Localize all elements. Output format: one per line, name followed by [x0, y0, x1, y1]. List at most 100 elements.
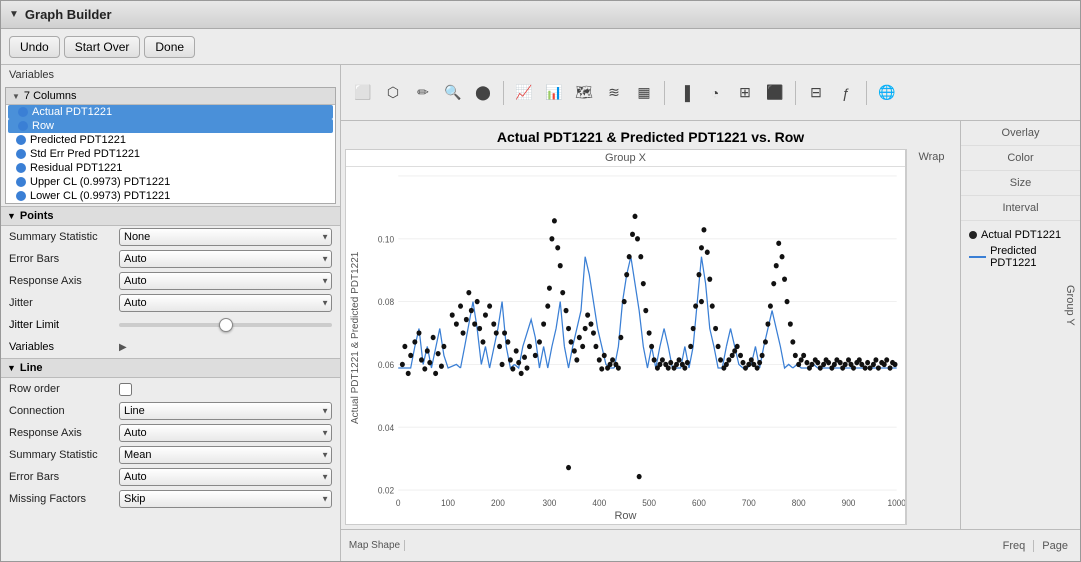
column-item[interactable]: Row: [8, 119, 333, 133]
left-panel-scroll[interactable]: ▼ Points Summary Statistic None Mean Med…: [1, 206, 340, 561]
points-response-axis-label: Response Axis: [9, 275, 119, 287]
svg-text:400: 400: [592, 498, 606, 508]
line-chart-icon[interactable]: 📈: [510, 79, 538, 107]
top-toolbar: Undo Start Over Done: [1, 29, 1080, 65]
jitter-limit-thumb[interactable]: [219, 318, 233, 332]
separator-1: [503, 81, 504, 105]
circle-icon[interactable]: ⬤: [469, 79, 497, 107]
points-response-axis-select-wrapper: Auto Left Right: [119, 272, 332, 290]
brush-tool-icon[interactable]: ✏: [409, 79, 437, 107]
right-panel: ⬜ ⬡ ✏ 🔍 ⬤ 📈 📊 🗺 ≋ ▦ ▐ ◔ ⊞ ⬛ ⊟ ƒ: [341, 65, 1080, 561]
columns-section: ▼ 7 Columns Actual PDT1221RowPredicted P…: [5, 87, 336, 204]
line-label: Line: [20, 362, 43, 374]
line-response-axis-select-wrapper: Auto Left Right: [119, 424, 332, 442]
lasso-tool-icon[interactable]: ⬡: [379, 79, 407, 107]
legend-label-predicted: Predicted PDT1221: [990, 245, 1072, 269]
svg-text:700: 700: [742, 498, 756, 508]
size-button[interactable]: Size: [961, 171, 1080, 196]
col-icon: [16, 149, 26, 159]
zoom-tool-icon[interactable]: 🔍: [439, 79, 467, 107]
col-icon: [16, 135, 26, 145]
y-axis-label: Actual PDT1221 & Predicted PDT1221: [346, 167, 365, 508]
column-item[interactable]: Upper CL (0.9973) PDT1221: [6, 175, 335, 189]
graph-builder-window: ▼ Graph Builder Undo Start Over Done Var…: [0, 0, 1081, 562]
line-error-bars-select[interactable]: Auto None: [119, 468, 332, 486]
connection-label: Connection: [9, 405, 119, 417]
undo-button[interactable]: Undo: [9, 36, 60, 58]
line-summary-statistic-row: Summary Statistic Mean None Median: [1, 444, 340, 466]
treemap-icon[interactable]: ⬛: [761, 79, 789, 107]
connection-row: Connection Line None Smooth: [1, 400, 340, 422]
grid-icon[interactable]: ⊞: [731, 79, 759, 107]
collapse-icon[interactable]: ▼: [9, 9, 19, 20]
jitter-select[interactable]: Auto None All: [119, 294, 332, 312]
plot-area: Actual PDT1221 & Predicted PDT1221: [346, 167, 905, 508]
col-icon: [18, 121, 28, 131]
variables-row: Variables ▶: [1, 336, 340, 358]
graph-area: Group X Actual PDT1221 & Predicted PDT12…: [345, 149, 956, 525]
bottom-bar: Map Shape Freq Page: [341, 529, 1080, 561]
line-summary-statistic-label: Summary Statistic: [9, 449, 119, 461]
right-sidebar: Overlay Color Size Interval Actual PDT12…: [960, 121, 1080, 529]
svg-text:0: 0: [396, 498, 401, 508]
jitter-row: Jitter Auto None All: [1, 292, 340, 314]
jitter-limit-row: Jitter Limit: [1, 314, 340, 336]
column-item[interactable]: Std Err Pred PDT1221: [6, 147, 335, 161]
col-icon: [16, 163, 26, 173]
line-section-header[interactable]: ▼ Line: [1, 358, 340, 378]
connection-select[interactable]: Line None Smooth: [119, 402, 332, 420]
select-tool-icon[interactable]: ⬜: [349, 79, 377, 107]
svg-text:0.04: 0.04: [378, 423, 394, 433]
points-response-axis-select[interactable]: Auto Left Right: [119, 272, 332, 290]
svg-text:0.10: 0.10: [378, 234, 394, 244]
column-item[interactable]: Lower CL (0.9973) PDT1221: [6, 189, 335, 203]
svg-text:0.02: 0.02: [378, 485, 394, 495]
line-response-axis-select[interactable]: Auto Left Right: [119, 424, 332, 442]
jitter-label: Jitter: [9, 297, 119, 309]
missing-factors-select[interactable]: Skip None: [119, 490, 332, 508]
column-item[interactable]: Actual PDT1221: [8, 105, 333, 119]
line-error-bars-row: Error Bars Auto None: [1, 466, 340, 488]
line-error-bars-select-wrapper: Auto None: [119, 468, 332, 486]
table-icon[interactable]: ⊟: [802, 79, 830, 107]
svg-text:900: 900: [842, 498, 856, 508]
column-item[interactable]: Residual PDT1221: [6, 161, 335, 175]
svg-text:1000: 1000: [887, 498, 905, 508]
map2-icon[interactable]: 🌐: [873, 79, 901, 107]
jitter-limit-slider[interactable]: [119, 323, 332, 327]
interval-button[interactable]: Interval: [961, 196, 1080, 221]
variables-label: Variables: [1, 65, 340, 85]
row-order-checkbox[interactable]: [119, 383, 132, 396]
points-error-bars-select-wrapper: Auto None: [119, 250, 332, 268]
line-triangle-icon: ▼: [7, 363, 16, 373]
script-icon[interactable]: ƒ: [832, 79, 860, 107]
group-x-label: Group X: [346, 150, 905, 167]
freq-button[interactable]: Freq: [995, 540, 1035, 552]
points-label: Points: [20, 210, 54, 222]
pie-icon[interactable]: ◔: [701, 79, 729, 107]
main-area: Variables ▼ 7 Columns Actual PDT1221RowP…: [1, 65, 1080, 561]
area-chart-icon[interactable]: ≋: [600, 79, 628, 107]
jitter-select-wrapper: Auto None All: [119, 294, 332, 312]
vbar-icon[interactable]: ▐: [671, 79, 699, 107]
map-icon[interactable]: 🗺: [570, 79, 598, 107]
legend-item-actual: Actual PDT1221: [969, 229, 1072, 241]
columns-header[interactable]: ▼ 7 Columns: [6, 88, 335, 105]
missing-factors-select-wrapper: Skip None: [119, 490, 332, 508]
bar-chart-icon[interactable]: 📊: [540, 79, 568, 107]
points-error-bars-select[interactable]: Auto None: [119, 250, 332, 268]
overlay-button[interactable]: Overlay: [961, 121, 1080, 146]
page-button[interactable]: Page: [1034, 540, 1076, 552]
done-button[interactable]: Done: [144, 36, 195, 58]
window-title: Graph Builder: [25, 7, 112, 22]
summary-statistic-row: Summary Statistic None Mean Median: [1, 226, 340, 248]
column-item[interactable]: Predicted PDT1221: [6, 133, 335, 147]
summary-statistic-select[interactable]: None Mean Median: [119, 228, 332, 246]
start-over-button[interactable]: Start Over: [64, 36, 141, 58]
color-button[interactable]: Color: [961, 146, 1080, 171]
scatter-container[interactable]: 0.02 0.04 0.06 0.08 0.10 0 100 200: [365, 167, 905, 508]
line-summary-statistic-select[interactable]: Mean None Median: [119, 446, 332, 464]
heat-map-icon[interactable]: ▦: [630, 79, 658, 107]
line-summary-statistic-select-wrapper: Mean None Median: [119, 446, 332, 464]
points-section-header[interactable]: ▼ Points: [1, 206, 340, 226]
